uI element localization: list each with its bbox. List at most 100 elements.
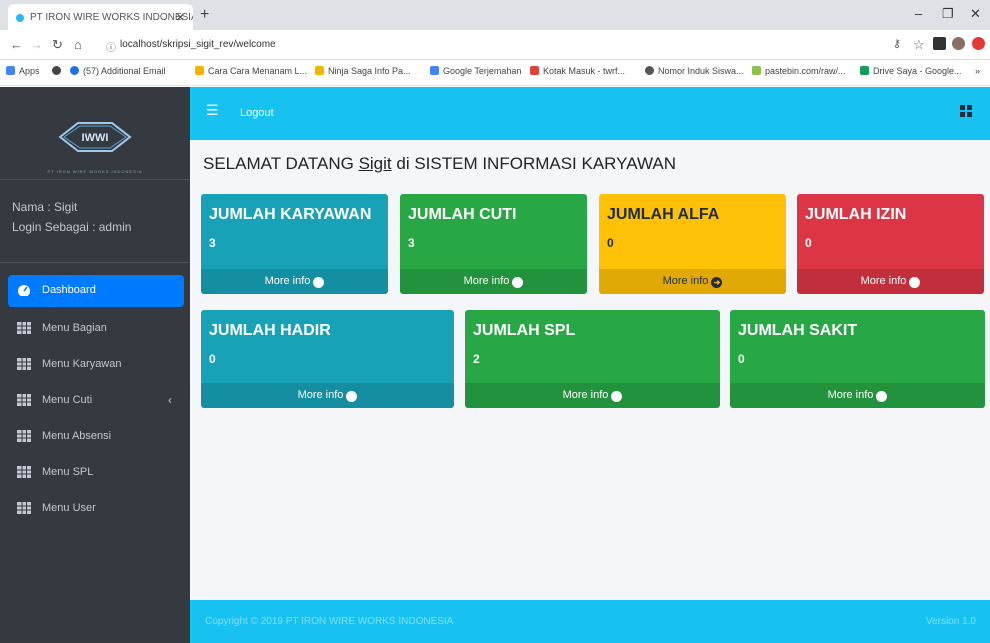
stat-title: JUMLAH SAKIT: [738, 322, 858, 339]
sidebar-item-dashboard[interactable]: Dashboard: [8, 275, 184, 307]
sidebar-item-menu-bagian[interactable]: Menu Bagian: [8, 313, 184, 345]
grid-icon[interactable]: [960, 105, 972, 117]
table-icon: [17, 322, 31, 334]
bookmark-4[interactable]: Ninja Saga Info Pa...: [315, 66, 411, 76]
more-info-link[interactable]: More info ➜: [201, 383, 454, 408]
more-info-label: More info: [297, 389, 344, 401]
bookmark-5[interactable]: Google Terjemahan: [430, 66, 521, 76]
top-navbar: ☰ Logout: [190, 87, 990, 140]
bookmark-1[interactable]: [52, 66, 65, 76]
table-icon: [17, 502, 31, 514]
translate-icon: [430, 66, 439, 75]
sidebar-item-label: Menu Absensi: [42, 430, 112, 442]
table-icon: [17, 430, 31, 442]
more-info-label: More info: [463, 275, 510, 287]
stat-title: JUMLAH ALFA: [607, 206, 720, 223]
bookmark-label: Kotak Masuk - twrf...: [543, 66, 626, 76]
stat-value: 3: [209, 236, 216, 250]
bookmark-label: Apps: [19, 66, 40, 76]
sidebar-item-menu-absensi[interactable]: Menu Absensi: [8, 421, 184, 453]
sidebar-item-menu-user[interactable]: Menu User: [8, 493, 184, 525]
more-info-link[interactable]: More info ➜: [201, 269, 388, 294]
more-info-link[interactable]: More info ➜: [400, 269, 587, 294]
title-prefix: SELAMAT DATANG: [203, 154, 354, 173]
bookmark-8[interactable]: pastebin.com/raw/...: [752, 66, 846, 76]
url-input[interactable]: ⓘ localhost/skripsi_sigit_rev/welcome: [104, 34, 924, 56]
bookmark-label: (57) Additional Email: [83, 66, 166, 76]
stat-value: 0: [738, 352, 745, 366]
user-name: Nama : Sigit: [12, 200, 78, 214]
tab-close-icon[interactable]: ✕: [176, 11, 185, 24]
stat-value: 0: [209, 352, 216, 366]
bookmark-6[interactable]: Kotak Masuk - twrf...: [530, 66, 625, 76]
star-icon[interactable]: ☆: [913, 37, 925, 53]
new-tab-icon[interactable]: +: [200, 6, 209, 24]
footer: Copyright © 2019 PT IRON WIRE WORKS INDO…: [190, 600, 990, 643]
sidebar-item-label: Menu Cuti: [42, 394, 93, 406]
reload-icon[interactable]: ↻: [52, 37, 63, 53]
table-icon: [17, 466, 31, 478]
browser-tab-strip: PT IRON WIRE WORKS INDONESIA ✕ + – ❐ ✕: [0, 0, 990, 30]
blogger-icon: [195, 66, 204, 75]
bookmark-3[interactable]: Cara Cara Menanam L...: [195, 66, 307, 76]
back-icon[interactable]: ←: [10, 37, 23, 52]
tab-title: PT IRON WIRE WORKS INDONESIA: [30, 12, 193, 23]
main-content: SELAMAT DATANG Sigit di SISTEM INFORMASI…: [190, 140, 990, 600]
opera-icon[interactable]: [972, 37, 985, 50]
title-suffix: di SISTEM INFORMASI KARYAWAN: [396, 154, 676, 173]
chrome-icon: [52, 66, 61, 75]
bookmark-label: Google Terjemahan: [443, 66, 522, 76]
stat-title: JUMLAH CUTI: [408, 206, 517, 223]
bookmark-apps[interactable]: Apps: [6, 66, 40, 76]
forward-icon[interactable]: →: [30, 37, 43, 52]
page-title: SELAMAT DATANG Sigit di SISTEM INFORMASI…: [203, 154, 676, 174]
window-close-icon[interactable]: ✕: [970, 6, 981, 22]
bookmark-9[interactable]: Drive Saya - Google...: [860, 66, 962, 76]
sidebar-item-menu-spl[interactable]: Menu SPL: [8, 457, 184, 489]
logo-text: IWWI: [82, 132, 109, 144]
hamburger-menu-icon[interactable]: ☰: [206, 102, 219, 119]
arrow-circle-right-icon: ➜: [611, 391, 623, 402]
facebook-icon: [70, 66, 79, 75]
more-info-link[interactable]: More info ➜: [465, 383, 720, 408]
more-info-link[interactable]: More info ➜: [599, 269, 786, 294]
sidebar-item-menu-cuti[interactable]: Menu Cuti ‹: [8, 385, 184, 417]
maximize-icon[interactable]: ❐: [942, 6, 954, 22]
divider: [0, 262, 190, 263]
tab-favicon-icon: [16, 14, 24, 22]
bookmarks-bar: Apps (57) Additional Email Cara Cara Men…: [0, 60, 990, 86]
stat-title: JUMLAH SPL: [473, 322, 576, 339]
minimize-icon[interactable]: –: [915, 6, 922, 21]
stat-box-sakit: JUMLAH SAKIT 0 More info ➜: [730, 310, 985, 408]
drive-icon: [860, 66, 869, 75]
stat-box-hadir: JUMLAH HADIR 0 More info ➜: [201, 310, 454, 408]
more-bookmarks-icon[interactable]: »: [975, 66, 980, 76]
extension-icon[interactable]: [933, 37, 946, 50]
more-info-label: More info: [860, 275, 907, 287]
logout-link[interactable]: Logout: [240, 107, 274, 119]
bookmark-2[interactable]: (57) Additional Email: [70, 66, 166, 76]
stat-title: JUMLAH KARYAWAN: [209, 206, 372, 223]
bookmark-label: Nomor Induk Siswa...: [658, 66, 744, 76]
home-icon[interactable]: ⌂: [74, 37, 82, 52]
more-info-link[interactable]: More info ➜: [797, 269, 984, 294]
brand-logo[interactable]: IWWI PT IRON WIRE WORKS INDONESIA: [0, 87, 190, 180]
more-info-label: More info: [827, 389, 874, 401]
more-info-link[interactable]: More info ➜: [730, 383, 985, 408]
gmail-icon: [530, 66, 539, 75]
arrow-circle-right-icon: ➜: [313, 277, 325, 288]
info-icon: ⓘ: [106, 43, 116, 54]
key-icon[interactable]: ⚷: [893, 37, 901, 50]
stat-value: 0: [607, 236, 614, 250]
sidebar-item-label: Menu Karyawan: [42, 358, 122, 370]
profile-avatar[interactable]: [952, 37, 965, 50]
sidebar: IWWI PT IRON WIRE WORKS INDONESIA Nama :…: [0, 87, 190, 643]
blogger-icon: [315, 66, 324, 75]
bookmark-7[interactable]: Nomor Induk Siswa...: [645, 66, 744, 76]
stat-value: 3: [408, 236, 415, 250]
title-user: Sigit: [358, 154, 392, 173]
stat-box-spl: JUMLAH SPL 2 More info ➜: [465, 310, 720, 408]
more-info-label: More info: [562, 389, 609, 401]
sidebar-item-menu-karyawan[interactable]: Menu Karyawan: [8, 349, 184, 381]
browser-tab[interactable]: PT IRON WIRE WORKS INDONESIA ✕: [8, 4, 193, 30]
